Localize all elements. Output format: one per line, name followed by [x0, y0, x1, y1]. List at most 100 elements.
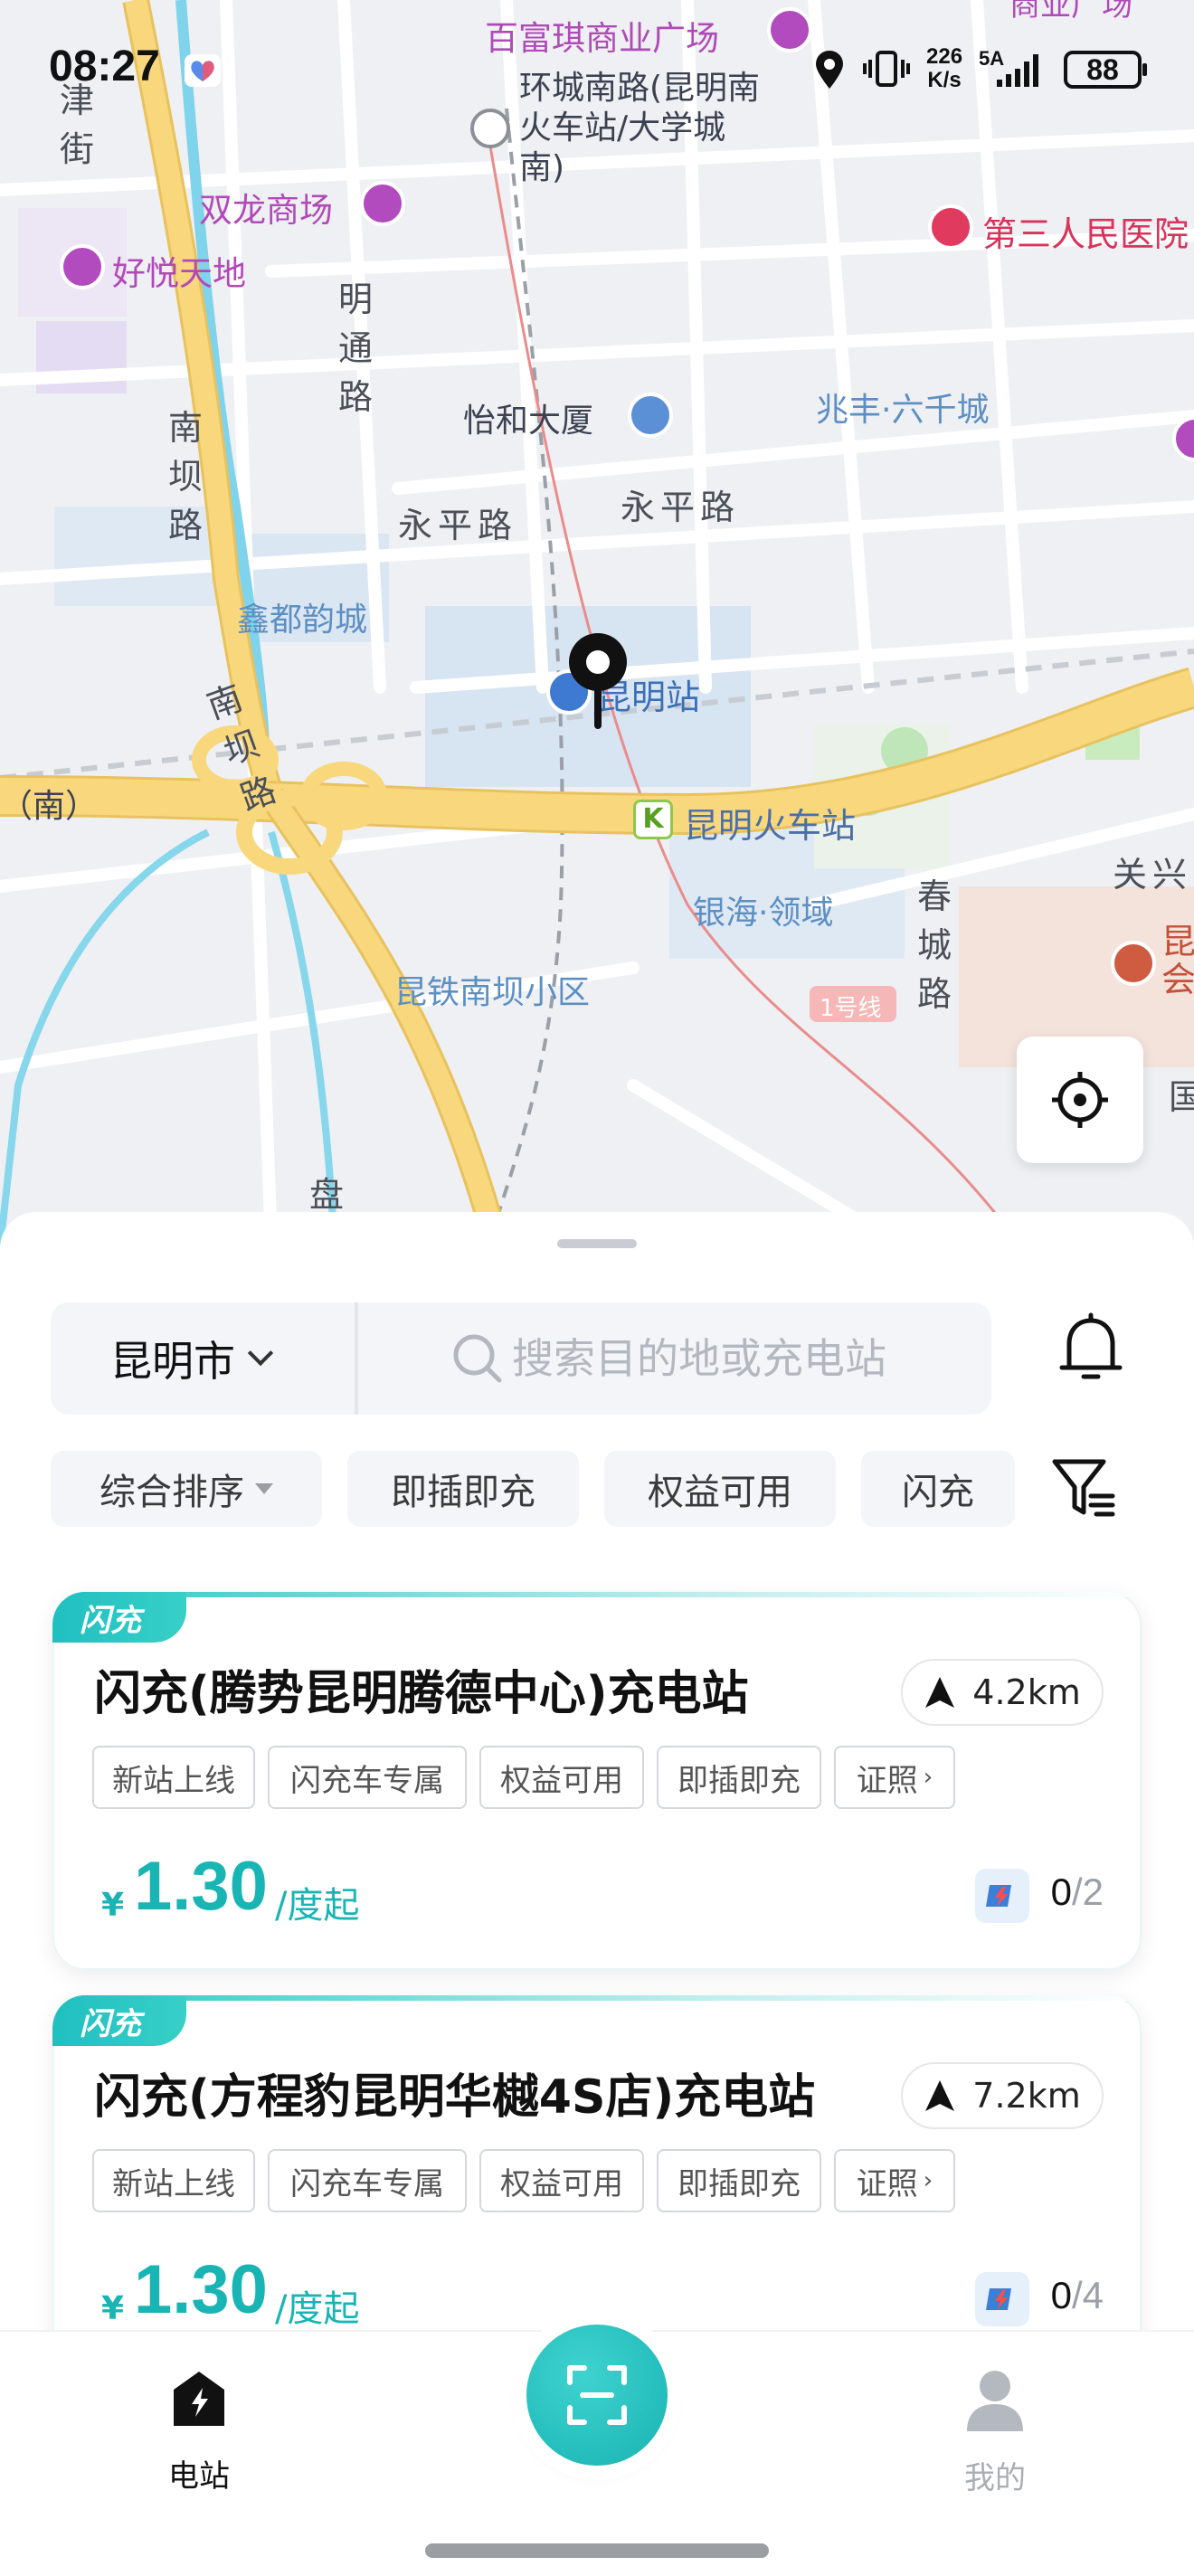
- map-label: （南）: [0, 788, 99, 825]
- scan-button[interactable]: [526, 2325, 668, 2466]
- charging-station-icon: [174, 2372, 224, 2426]
- navigation-arrow-icon: [925, 1677, 955, 1708]
- chevron-right-icon: ›: [923, 2167, 933, 2194]
- poi-pin-icon[interactable]: [360, 181, 405, 226]
- map-label: 明通路: [337, 279, 373, 417]
- filter-icon[interactable]: [1051, 1456, 1116, 1520]
- net-speed: 226 K/s: [926, 45, 962, 92]
- map-label: 银海·领域: [693, 895, 834, 932]
- chevron-down-icon: [247, 1340, 274, 1367]
- navigation-arrow-icon: [925, 2080, 955, 2111]
- scan-icon: [567, 2365, 627, 2425]
- map-label: 盘: [309, 1175, 350, 1215]
- location-pin-icon[interactable]: [564, 630, 631, 731]
- location-status-icon: [816, 51, 843, 89]
- chargers-available: 0: [1050, 2274, 1072, 2316]
- sheet-drag-handle[interactable]: [557, 1239, 637, 1248]
- nav-stations[interactable]: 电站: [127, 2368, 271, 2496]
- station-tag: 即插即充: [657, 1746, 821, 1809]
- city-selector[interactable]: 昆明市: [51, 1302, 355, 1415]
- user-icon: [967, 2371, 1023, 2431]
- map-label: 兆丰·六千城: [816, 392, 990, 429]
- filter-chip-flash[interactable]: 闪充: [861, 1451, 1015, 1527]
- flash-charge-badge: 闪充: [52, 1995, 186, 2046]
- chevron-right-icon: ›: [923, 1764, 933, 1791]
- price-unit: /度起: [275, 1885, 360, 1927]
- fast-charger-icon: [975, 1869, 1029, 1923]
- station-tag: 闪充车专属: [268, 2149, 467, 2212]
- sort-filter-label: 综合排序: [100, 1472, 244, 1513]
- locate-icon: [1052, 1072, 1108, 1128]
- map-label: 春城路: [916, 876, 952, 1014]
- charger-availability: 0/4: [1051, 2274, 1104, 2317]
- station-name: 闪充(方程豹昆明华樾4S店)充电站: [94, 2070, 816, 2125]
- sort-filter[interactable]: 综合排序: [51, 1451, 322, 1527]
- status-bar: 08:27 226 K/s 5A 88: [0, 0, 1194, 136]
- map-label: 永平路: [398, 506, 518, 545]
- map-label: 南坝路: [167, 408, 203, 545]
- chargers-available: 0: [1050, 1870, 1072, 1913]
- navigate-button[interactable]: 4.2km: [901, 1659, 1104, 1726]
- station-name: 闪充(腾势昆明腾德中心)充电站: [94, 1667, 749, 1721]
- map-label: 怡和大厦: [463, 402, 594, 440]
- chargers-total: /4: [1071, 2274, 1104, 2316]
- charger-availability: 0/2: [1051, 1870, 1104, 1914]
- net-speed-value: 226: [926, 44, 963, 69]
- search-input[interactable]: [512, 1324, 964, 1393]
- net-speed-unit: K/s: [927, 68, 962, 92]
- heart-app-icon: [185, 54, 221, 87]
- city-label: 昆明市: [110, 1337, 235, 1386]
- filter-chip-plug-and-charge[interactable]: 即插即充: [347, 1451, 579, 1527]
- station-card[interactable]: 闪充 闪充(腾势昆明腾德中心)充电站 4.2km 新站上线 闪充车专属 权益可用…: [52, 1592, 1142, 1970]
- station-tag: 权益可用: [479, 1746, 644, 1809]
- status-time: 08:27: [49, 43, 160, 90]
- station-tag: 即插即充: [657, 2149, 821, 2212]
- search-icon: [453, 1334, 502, 1383]
- nav-mine-label: 我的: [964, 2460, 1026, 2496]
- signal-icon: [997, 54, 1038, 87]
- map-view[interactable]: K 百富琪商业广场 环城南路(昆明南火车站/大学城南) 双龙商场 好悦天地 津街…: [0, 0, 1194, 1248]
- railway-station-icon[interactable]: K: [633, 800, 673, 839]
- station-tag: 新站上线: [92, 1746, 255, 1809]
- map-label: 双龙商场: [199, 191, 333, 230]
- map-label: 昆会: [1161, 922, 1194, 999]
- map-label: 昆铁南坝小区: [394, 974, 591, 1011]
- map-label: 第三人民医院: [982, 214, 1189, 254]
- bell-icon[interactable]: [1057, 1312, 1125, 1387]
- caret-down-icon: [255, 1483, 273, 1494]
- flash-charge-badge: 闪充: [52, 1592, 186, 1643]
- price-symbol: ¥: [101, 2290, 125, 2327]
- map-label: 鑫都韵城: [237, 601, 368, 639]
- price-symbol: ¥: [101, 1887, 125, 1924]
- hospital-pin-icon[interactable]: [928, 204, 973, 250]
- map-label: 1号线: [820, 995, 882, 1022]
- museum-pin-icon[interactable]: [1111, 941, 1156, 986]
- locate-button[interactable]: [1017, 1037, 1143, 1163]
- navigate-button[interactable]: 7.2km: [901, 2062, 1104, 2129]
- map-label: 国: [1169, 1077, 1194, 1117]
- map-label: 永平路: [621, 488, 741, 527]
- filter-bar: 综合排序 即插即充 权益可用 闪充: [51, 1451, 1190, 1527]
- map-label: 昆明火车站: [684, 806, 857, 846]
- station-card[interactable]: 闪充 闪充(方程豹昆明华樾4S店)充电站 7.2km 新站上线 闪充车专属 权益…: [52, 1995, 1142, 2373]
- price-value: 1.30: [134, 2251, 268, 2328]
- battery-indicator: 88: [1064, 51, 1147, 89]
- station-distance: 7.2km: [972, 2076, 1081, 2116]
- station-distance: 4.2km: [972, 1672, 1081, 1712]
- building-pin-icon[interactable]: [628, 393, 673, 438]
- nav-stations-label: 电站: [168, 2458, 230, 2495]
- poi-pin-icon[interactable]: [60, 244, 105, 289]
- home-indicator[interactable]: [425, 2543, 769, 2558]
- license-tag[interactable]: 证照 ›: [834, 1746, 955, 1809]
- chargers-total: /2: [1071, 1870, 1104, 1913]
- filter-chip-benefits[interactable]: 权益可用: [604, 1451, 836, 1527]
- price-unit: /度起: [275, 2288, 360, 2330]
- divider: [355, 1302, 358, 1415]
- nav-mine[interactable]: 我的: [923, 2368, 1067, 2497]
- price-value: 1.30: [134, 1848, 268, 1925]
- map-label: 关兴: [1113, 855, 1193, 895]
- license-tag[interactable]: 证照 ›: [834, 2149, 955, 2212]
- station-tag: 闪充车专属: [268, 1746, 467, 1809]
- license-tag-label: 证照: [856, 1762, 918, 1799]
- license-tag-label: 证照: [856, 2165, 918, 2202]
